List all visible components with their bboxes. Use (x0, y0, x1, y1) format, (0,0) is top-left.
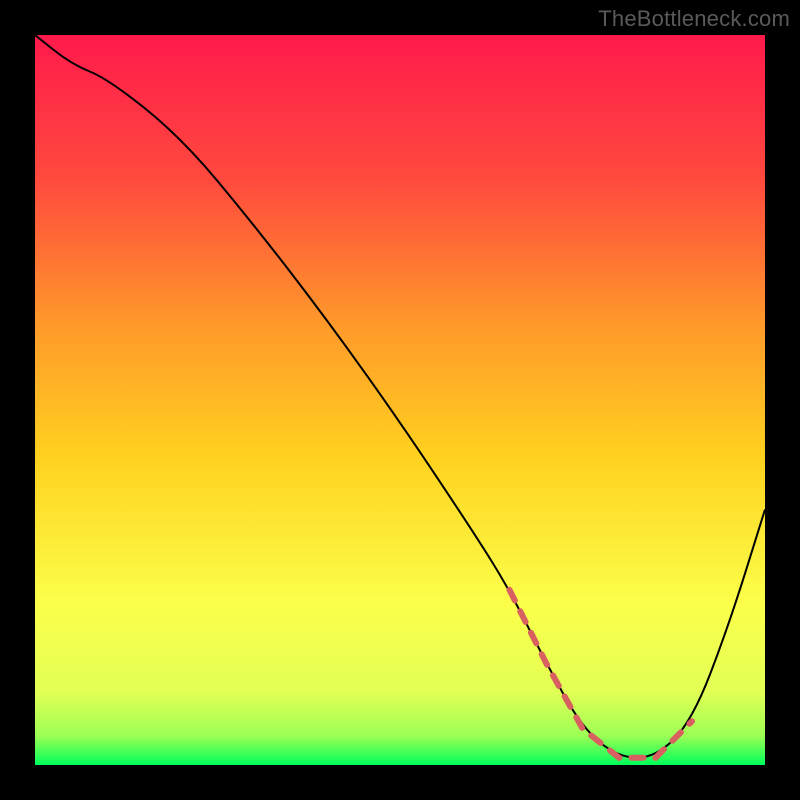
gradient-background (35, 35, 765, 765)
watermark-text: TheBottleneck.com (598, 6, 790, 32)
chart-svg (35, 35, 765, 765)
chart-plot-area (35, 35, 765, 765)
